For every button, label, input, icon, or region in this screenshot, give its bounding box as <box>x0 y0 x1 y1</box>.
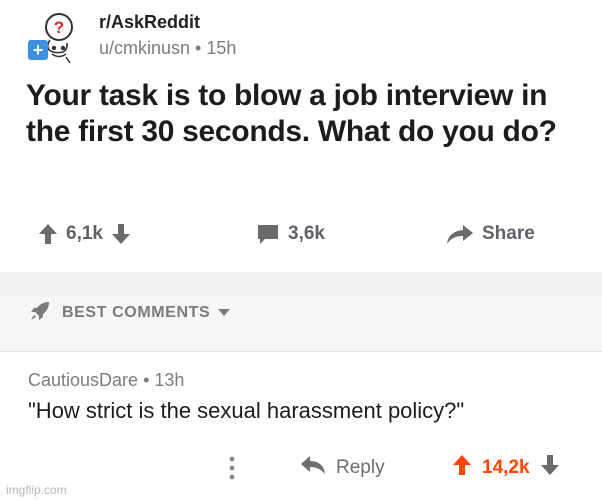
post-actions: 6,1k 3,6k Share <box>0 214 602 254</box>
comment-age: 13h <box>154 370 185 390</box>
post-header: ? + r/AskReddit u/cmkinusn • 15h <box>26 8 586 70</box>
arrow-up-icon[interactable] <box>452 454 472 482</box>
post-vote-group: 6,1k <box>38 214 131 254</box>
meta-separator: • <box>143 370 150 390</box>
comment-meta: CautiousDare • 13h <box>28 370 184 391</box>
arrow-down-icon[interactable] <box>540 454 560 482</box>
caret-down-icon <box>218 304 231 322</box>
post-title[interactable]: Your task is to blow a job interview in … <box>26 78 586 150</box>
post-meta: u/cmkinusn • 15h <box>99 38 236 59</box>
comment-card: CautiousDare • 13h "How strict is the sexu… <box>0 352 602 500</box>
sort-bar[interactable]: BEST COMMENTS <box>0 296 602 352</box>
post-card: ? + r/AskReddit u/cmkinusn • 15h Your task… <box>0 0 602 272</box>
svg-text:?: ? <box>54 18 64 37</box>
reply-label: Reply <box>336 457 385 478</box>
share-button[interactable]: Share <box>446 214 543 254</box>
post-score: 6,1k <box>66 223 103 244</box>
comment-body: "How strict is the sexual harassment pol… <box>28 398 465 423</box>
subreddit-name[interactable]: r/AskReddit <box>99 12 200 33</box>
comments-button[interactable]: 3,6k <box>256 214 333 254</box>
arrow-down-icon[interactable] <box>111 223 131 245</box>
meta-separator: • <box>195 38 202 58</box>
vertical-dots-icon[interactable] <box>226 454 238 482</box>
comment-score: 14,2k <box>482 457 530 478</box>
comment-vote-group: 14,2k <box>452 450 560 486</box>
comment-bubble-icon <box>256 223 280 245</box>
comment-author[interactable]: CautiousDare <box>28 370 138 390</box>
reply-button[interactable]: Reply <box>300 450 385 486</box>
sort-label: BEST COMMENTS <box>62 304 211 321</box>
share-arrow-icon <box>446 223 474 245</box>
post-age: 15h <box>206 38 237 58</box>
watermark: imgflip.com <box>6 483 67 497</box>
rocket-icon <box>28 299 52 328</box>
post-author[interactable]: u/cmkinusn <box>99 38 190 58</box>
arrow-up-icon[interactable] <box>38 223 58 245</box>
comment-count: 3,6k <box>288 223 325 244</box>
reply-arrow-icon <box>300 455 326 481</box>
comment-actions: Reply 14,2k <box>0 450 602 486</box>
plus-badge-icon[interactable]: + <box>28 40 48 60</box>
share-label: Share <box>482 223 535 244</box>
sort-selector[interactable]: BEST COMMENTS <box>28 296 231 330</box>
